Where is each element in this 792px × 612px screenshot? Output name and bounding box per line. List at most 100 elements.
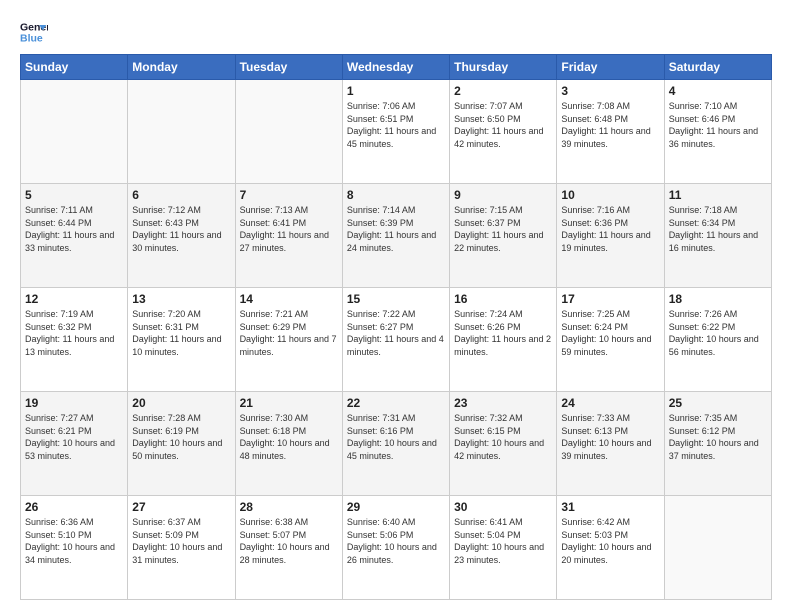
day-number: 10 bbox=[561, 188, 659, 202]
day-info: Sunrise: 7:06 AMSunset: 6:51 PMDaylight:… bbox=[347, 101, 436, 149]
calendar-cell: 8 Sunrise: 7:14 AMSunset: 6:39 PMDaylight… bbox=[342, 184, 449, 288]
header: General Blue bbox=[20, 18, 772, 46]
week-row-5: 26Sunrise: 6:36 AMSunset: 5:10 PMDayligh… bbox=[21, 496, 772, 600]
day-info: Sunrise: 7:18 AMSunset: 6:34 PMDaylight:… bbox=[669, 205, 758, 253]
day-number: 3 bbox=[561, 84, 659, 98]
calendar-cell: 19 Sunrise: 7:27 AMSunset: 6:21 PMDayligh… bbox=[21, 392, 128, 496]
calendar-cell: 29Sunrise: 6:40 AMSunset: 5:06 PMDayligh… bbox=[342, 496, 449, 600]
day-number: 31 bbox=[561, 500, 659, 514]
day-info: Sunrise: 7:07 AMSunset: 6:50 PMDaylight:… bbox=[454, 101, 543, 149]
calendar-cell: 12 Sunrise: 7:19 AMSunset: 6:32 PMDayligh… bbox=[21, 288, 128, 392]
day-info: Sunrise: 7:20 AMSunset: 6:31 PMDaylight:… bbox=[132, 309, 221, 357]
day-info: Sunrise: 7:08 AMSunset: 6:48 PMDaylight:… bbox=[561, 101, 650, 149]
calendar-cell: 13 Sunrise: 7:20 AMSunset: 6:31 PMDayligh… bbox=[128, 288, 235, 392]
day-info: Sunrise: 7:28 AMSunset: 6:19 PMDaylight:… bbox=[132, 413, 222, 461]
logo: General Blue bbox=[20, 18, 48, 46]
day-info: Sunrise: 6:36 AMSunset: 5:10 PMDaylight:… bbox=[25, 517, 115, 565]
day-number: 12 bbox=[25, 292, 123, 306]
calendar-cell: 11Sunrise: 7:18 AMSunset: 6:34 PMDayligh… bbox=[664, 184, 771, 288]
calendar-cell bbox=[21, 80, 128, 184]
calendar-cell: 20 Sunrise: 7:28 AMSunset: 6:19 PMDayligh… bbox=[128, 392, 235, 496]
calendar-cell: 21 Sunrise: 7:30 AMSunset: 6:18 PMDayligh… bbox=[235, 392, 342, 496]
day-number: 13 bbox=[132, 292, 230, 306]
weekday-header-saturday: Saturday bbox=[664, 55, 771, 80]
day-info: Sunrise: 7:12 AMSunset: 6:43 PMDaylight:… bbox=[132, 205, 221, 253]
svg-text:Blue: Blue bbox=[20, 33, 43, 45]
day-number: 5 bbox=[25, 188, 123, 202]
day-number: 27 bbox=[132, 500, 230, 514]
day-info: Sunrise: 7:22 AMSunset: 6:27 PMDaylight:… bbox=[347, 309, 444, 357]
calendar-cell: 26Sunrise: 6:36 AMSunset: 5:10 PMDayligh… bbox=[21, 496, 128, 600]
weekday-header-thursday: Thursday bbox=[450, 55, 557, 80]
calendar-cell: 23 Sunrise: 7:32 AMSunset: 6:15 PMDayligh… bbox=[450, 392, 557, 496]
day-info: Sunrise: 6:38 AMSunset: 5:07 PMDaylight:… bbox=[240, 517, 330, 565]
calendar-table: SundayMondayTuesdayWednesdayThursdayFrid… bbox=[20, 54, 772, 600]
calendar-cell: 16 Sunrise: 7:24 AMSunset: 6:26 PMDayligh… bbox=[450, 288, 557, 392]
calendar-cell: 1Sunrise: 7:06 AMSunset: 6:51 PMDaylight… bbox=[342, 80, 449, 184]
day-number: 28 bbox=[240, 500, 338, 514]
day-info: Sunrise: 7:11 AMSunset: 6:44 PMDaylight:… bbox=[25, 205, 114, 253]
day-number: 14 bbox=[240, 292, 338, 306]
week-row-1: 1Sunrise: 7:06 AMSunset: 6:51 PMDaylight… bbox=[21, 80, 772, 184]
day-info: Sunrise: 7:32 AMSunset: 6:15 PMDaylight:… bbox=[454, 413, 544, 461]
day-info: Sunrise: 6:42 AMSunset: 5:03 PMDaylight:… bbox=[561, 517, 651, 565]
calendar-cell: 10 Sunrise: 7:16 AMSunset: 6:36 PMDayligh… bbox=[557, 184, 664, 288]
calendar-cell: 14 Sunrise: 7:21 AMSunset: 6:29 PMDayligh… bbox=[235, 288, 342, 392]
day-info: Sunrise: 7:27 AMSunset: 6:21 PMDaylight:… bbox=[25, 413, 115, 461]
week-row-3: 12 Sunrise: 7:19 AMSunset: 6:32 PMDayligh… bbox=[21, 288, 772, 392]
day-number: 20 bbox=[132, 396, 230, 410]
calendar-cell: 6 Sunrise: 7:12 AMSunset: 6:43 PMDaylight… bbox=[128, 184, 235, 288]
day-info: Sunrise: 7:13 AMSunset: 6:41 PMDaylight:… bbox=[240, 205, 329, 253]
calendar-cell: 2 Sunrise: 7:07 AMSunset: 6:50 PMDaylight… bbox=[450, 80, 557, 184]
day-info: Sunrise: 6:37 AMSunset: 5:09 PMDaylight:… bbox=[132, 517, 222, 565]
day-number: 30 bbox=[454, 500, 552, 514]
day-info: Sunrise: 7:10 AMSunset: 6:46 PMDaylight:… bbox=[669, 101, 758, 149]
calendar-cell: 9Sunrise: 7:15 AMSunset: 6:37 PMDaylight… bbox=[450, 184, 557, 288]
day-info: Sunrise: 7:24 AMSunset: 6:26 PMDaylight:… bbox=[454, 309, 551, 357]
weekday-header-friday: Friday bbox=[557, 55, 664, 80]
calendar-cell: 28 Sunrise: 6:38 AMSunset: 5:07 PMDayligh… bbox=[235, 496, 342, 600]
weekday-header-tuesday: Tuesday bbox=[235, 55, 342, 80]
weekday-header-row: SundayMondayTuesdayWednesdayThursdayFrid… bbox=[21, 55, 772, 80]
day-info: Sunrise: 7:16 AMSunset: 6:36 PMDaylight:… bbox=[561, 205, 650, 253]
calendar-cell: 22 Sunrise: 7:31 AMSunset: 6:16 PMDayligh… bbox=[342, 392, 449, 496]
week-row-4: 19 Sunrise: 7:27 AMSunset: 6:21 PMDayligh… bbox=[21, 392, 772, 496]
day-number: 8 bbox=[347, 188, 445, 202]
day-info: Sunrise: 7:30 AMSunset: 6:18 PMDaylight:… bbox=[240, 413, 330, 461]
day-info: Sunrise: 7:14 AMSunset: 6:39 PMDaylight:… bbox=[347, 205, 436, 253]
day-info: Sunrise: 7:21 AMSunset: 6:29 PMDaylight:… bbox=[240, 309, 337, 357]
calendar-cell: 27 Sunrise: 6:37 AMSunset: 5:09 PMDayligh… bbox=[128, 496, 235, 600]
logo-icon: General Blue bbox=[20, 18, 48, 46]
day-number: 23 bbox=[454, 396, 552, 410]
calendar-cell: 18Sunrise: 7:26 AMSunset: 6:22 PMDayligh… bbox=[664, 288, 771, 392]
week-row-2: 5 Sunrise: 7:11 AMSunset: 6:44 PMDaylight… bbox=[21, 184, 772, 288]
calendar-cell: 4Sunrise: 7:10 AMSunset: 6:46 PMDaylight… bbox=[664, 80, 771, 184]
day-number: 16 bbox=[454, 292, 552, 306]
weekday-header-monday: Monday bbox=[128, 55, 235, 80]
calendar-cell: 17 Sunrise: 7:25 AMSunset: 6:24 PMDayligh… bbox=[557, 288, 664, 392]
day-info: Sunrise: 7:15 AMSunset: 6:37 PMDaylight:… bbox=[454, 205, 543, 253]
calendar-cell: 31 Sunrise: 6:42 AMSunset: 5:03 PMDayligh… bbox=[557, 496, 664, 600]
day-info: Sunrise: 7:31 AMSunset: 6:16 PMDaylight:… bbox=[347, 413, 437, 461]
calendar-cell: 24Sunrise: 7:33 AMSunset: 6:13 PMDayligh… bbox=[557, 392, 664, 496]
calendar-cell: 3 Sunrise: 7:08 AMSunset: 6:48 PMDaylight… bbox=[557, 80, 664, 184]
weekday-header-wednesday: Wednesday bbox=[342, 55, 449, 80]
day-number: 22 bbox=[347, 396, 445, 410]
day-number: 19 bbox=[25, 396, 123, 410]
calendar-cell: 7 Sunrise: 7:13 AMSunset: 6:41 PMDaylight… bbox=[235, 184, 342, 288]
calendar-cell: 30Sunrise: 6:41 AMSunset: 5:04 PMDayligh… bbox=[450, 496, 557, 600]
day-info: Sunrise: 7:19 AMSunset: 6:32 PMDaylight:… bbox=[25, 309, 114, 357]
day-number: 7 bbox=[240, 188, 338, 202]
day-number: 2 bbox=[454, 84, 552, 98]
day-number: 17 bbox=[561, 292, 659, 306]
calendar-cell: 15Sunrise: 7:22 AMSunset: 6:27 PMDayligh… bbox=[342, 288, 449, 392]
day-info: Sunrise: 6:40 AMSunset: 5:06 PMDaylight:… bbox=[347, 517, 437, 565]
day-number: 25 bbox=[669, 396, 767, 410]
calendar-cell bbox=[128, 80, 235, 184]
calendar-cell: 5 Sunrise: 7:11 AMSunset: 6:44 PMDaylight… bbox=[21, 184, 128, 288]
calendar-cell bbox=[664, 496, 771, 600]
day-number: 21 bbox=[240, 396, 338, 410]
day-info: Sunrise: 7:25 AMSunset: 6:24 PMDaylight:… bbox=[561, 309, 651, 357]
day-number: 6 bbox=[132, 188, 230, 202]
day-info: Sunrise: 7:33 AMSunset: 6:13 PMDaylight:… bbox=[561, 413, 651, 461]
